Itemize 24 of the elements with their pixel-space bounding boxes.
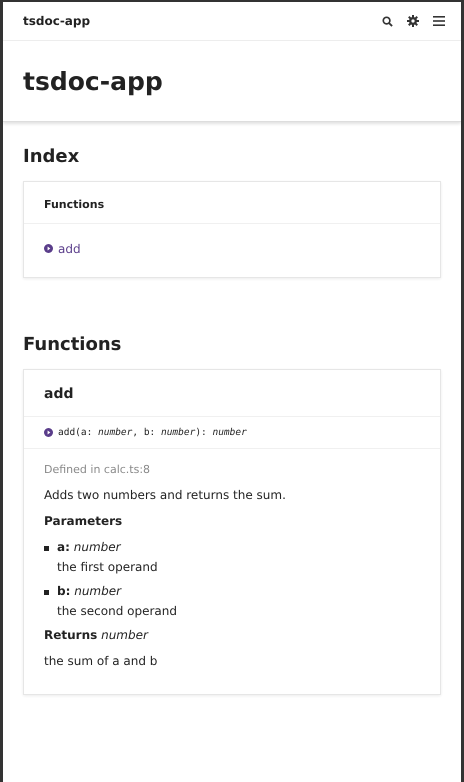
returns-heading: Returns number xyxy=(44,628,150,642)
section-heading: Functions xyxy=(23,334,122,355)
page-title: tsdoc-app xyxy=(23,66,163,96)
function-icon xyxy=(44,428,53,437)
bullet-icon xyxy=(44,590,49,595)
returns-description: the sum of a and b xyxy=(44,654,158,668)
function-icon xyxy=(44,244,53,253)
settings-icon[interactable] xyxy=(407,15,419,27)
parameter-description: the first operand xyxy=(57,560,158,574)
source-location: Defined in calc.ts:8 xyxy=(44,463,152,476)
function-name: add xyxy=(24,370,440,417)
menu-icon[interactable] xyxy=(433,16,445,26)
bullet-icon xyxy=(44,546,49,551)
parameter-name: b: number xyxy=(57,584,123,598)
search-icon[interactable] xyxy=(382,16,393,26)
toolbar-title[interactable]: tsdoc-app xyxy=(23,14,382,28)
parameter-description: the second operand xyxy=(57,604,177,618)
section-heading: Index xyxy=(23,146,80,167)
description: Adds two numbers and returns the sum. xyxy=(44,488,287,502)
group-title: Functions xyxy=(24,182,440,224)
parameters-heading: Parameters xyxy=(44,514,124,528)
parameter-name: a: number xyxy=(57,540,122,554)
function-link[interactable]: add xyxy=(44,242,81,256)
function-signature: add(a: number, b: number): number xyxy=(58,427,247,438)
